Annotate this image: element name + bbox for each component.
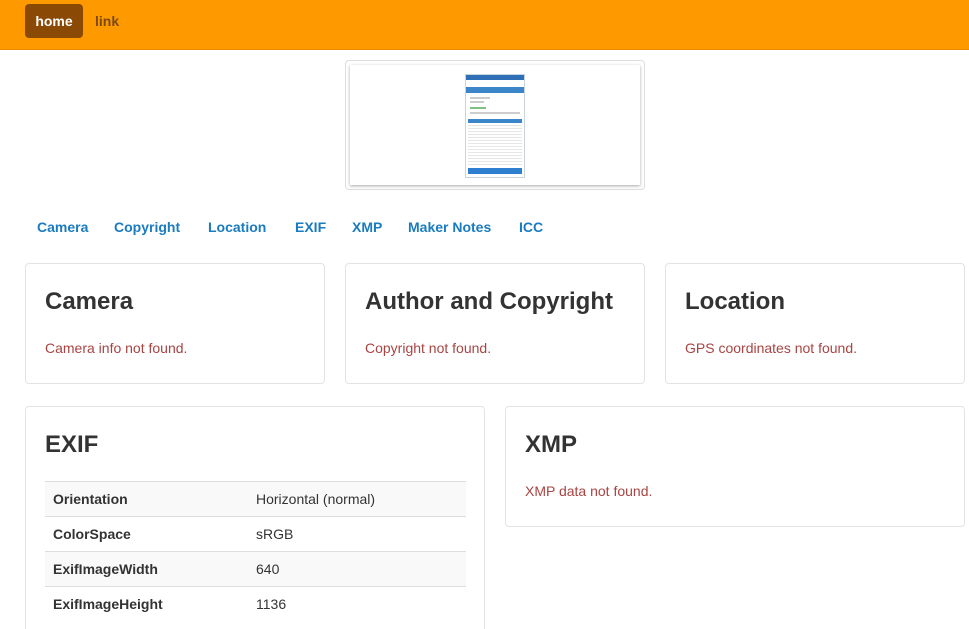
xmp-panel-message: XMP data not found. [525,483,653,499]
nav-home-button[interactable]: home [25,4,83,38]
camera-panel: Camera Camera info not found. [25,263,325,384]
table-row: ExifImageHeight 1136 [45,586,466,622]
table-row: ExifImageWidth 640 [45,551,466,587]
section-link-xmp[interactable]: XMP [352,213,382,241]
exif-value: 640 [248,551,466,587]
section-link-icc[interactable]: ICC [519,213,543,241]
camera-panel-message: Camera info not found. [45,340,188,356]
location-panel-message: GPS coordinates not found. [685,340,857,356]
table-row: ColorSpace sRGB [45,516,466,552]
exif-key: ExifImageWidth [45,551,248,587]
section-link-maker-notes[interactable]: Maker Notes [408,213,491,241]
exif-table: Orientation Horizontal (normal) ColorSpa… [45,481,466,622]
exif-key: ColorSpace [45,516,248,552]
exif-key: Orientation [45,481,248,517]
location-panel: Location GPS coordinates not found. [665,263,965,384]
xmp-panel: XMP XMP data not found. [505,406,965,527]
exif-panel: EXIF Orientation Horizontal (normal) Col… [25,406,485,629]
section-link-exif[interactable]: EXIF [295,213,326,241]
table-row: Orientation Horizontal (normal) [45,481,466,517]
section-link-camera[interactable]: Camera [37,213,88,241]
screenshot-preview-image [465,74,525,178]
exif-value: sRGB [248,516,466,552]
thumbnail-preview [350,65,640,185]
xmp-panel-title: XMP [525,431,578,458]
location-panel-title: Location [685,288,785,315]
exif-panel-title: EXIF [45,431,99,458]
camera-panel-title: Camera [45,288,134,315]
nav-link[interactable]: link [95,4,119,38]
exif-value: Horizontal (normal) [248,481,466,517]
image-thumbnail[interactable] [345,60,645,190]
exif-value: 1136 [248,586,466,622]
section-link-location[interactable]: Location [208,213,266,241]
section-link-copyright[interactable]: Copyright [114,213,180,241]
copyright-panel-title: Author and Copyright [365,288,613,315]
copyright-panel-message: Copyright not found. [365,340,492,356]
exif-key: ExifImageHeight [45,586,248,622]
copyright-panel: Author and Copyright Copyright not found… [345,263,645,384]
top-navbar: home link [0,0,969,50]
